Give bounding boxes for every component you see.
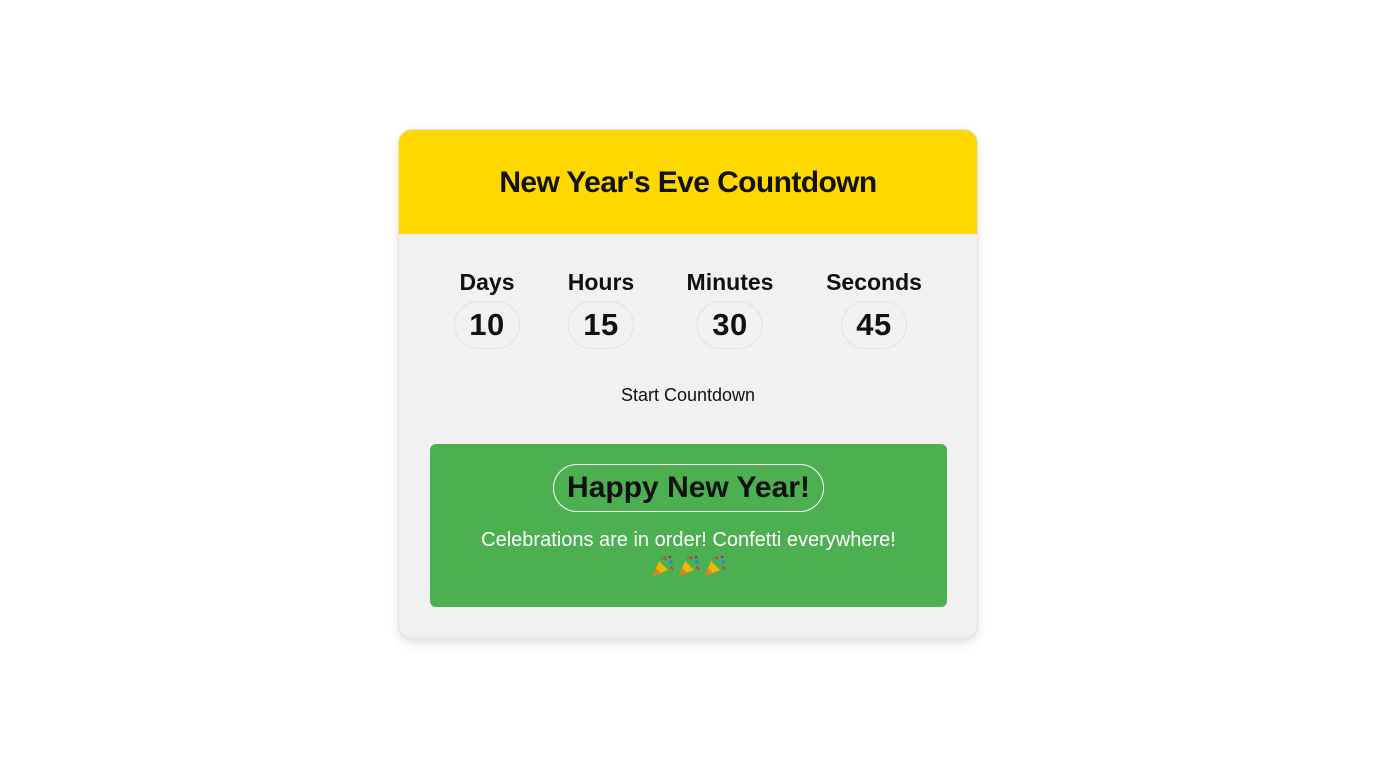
celebration-message: Celebrations are in order! Confetti ever… [481, 529, 896, 551]
page-title: New Year's Eve Countdown [499, 166, 877, 199]
party-popper-icon [704, 555, 726, 576]
card-header: New Year's Eve Countdown [399, 130, 977, 234]
countdown-unit-minutes: Minutes 30 [686, 268, 774, 349]
countdown-card: New Year's Eve Countdown Days 10 Hours 1… [398, 129, 978, 639]
party-popper-icon [652, 555, 674, 576]
party-popper-icon [678, 555, 700, 576]
confetti-row [651, 554, 727, 578]
hours-value: 15 [567, 301, 634, 349]
celebration-title: Happy New Year! [553, 464, 824, 512]
hours-label: Hours [567, 269, 635, 295]
minutes-label: Minutes [686, 269, 774, 295]
minutes-value: 30 [696, 301, 763, 349]
days-label: Days [459, 269, 515, 295]
countdown-unit-seconds: Seconds 45 [826, 268, 922, 349]
seconds-value: 45 [841, 301, 907, 349]
seconds-label: Seconds [826, 269, 922, 295]
days-value: 10 [454, 301, 520, 349]
countdown-unit-days: Days 10 [454, 268, 520, 349]
start-countdown-button[interactable]: Start Countdown [621, 385, 755, 406]
countdown-unit-hours: Hours 15 [568, 268, 634, 349]
countdown-units: Days 10 Hours 15 Minutes 30 Seconds 45 [399, 268, 977, 358]
celebration-banner: Happy New Year! Celebrations are in orde… [430, 444, 947, 607]
